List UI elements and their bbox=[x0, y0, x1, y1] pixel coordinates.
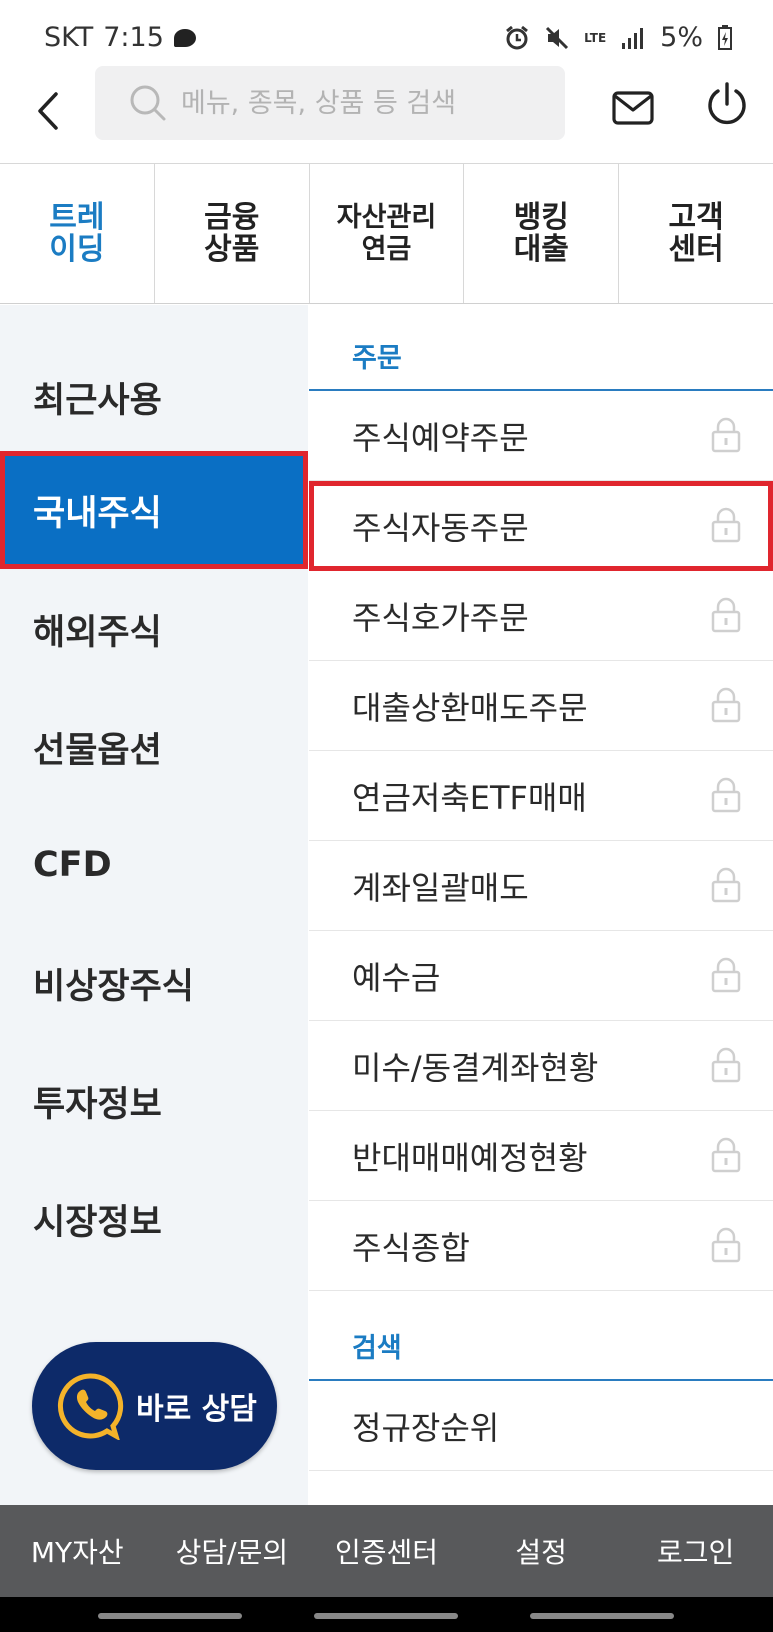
lock-icon bbox=[711, 957, 741, 993]
left-menu-futures-options[interactable]: 선물옵션 bbox=[0, 688, 308, 806]
menu-item-deposit[interactable]: 예수금 bbox=[309, 931, 773, 1021]
menu-item-unpaid-frozen-accounts[interactable]: 미수/동결계좌현황 bbox=[309, 1021, 773, 1111]
menu-item-label: 주식자동주문 bbox=[352, 509, 529, 547]
battery-level: 5% bbox=[660, 22, 703, 53]
menu-item-stock-overview[interactable]: 주식종합 bbox=[309, 1201, 773, 1291]
lock-icon bbox=[711, 507, 741, 543]
section-header-order: 주문 bbox=[309, 305, 773, 391]
menu-item-label: 미수/동결계좌현황 bbox=[352, 1048, 599, 1087]
tab-banking-loan[interactable]: 뱅킹 대출 bbox=[464, 164, 620, 303]
left-category-menu: 최근사용 국내주식 해외주식 선물옵션 CFD 비상장주식 투자정보 시장정보 … bbox=[0, 305, 308, 1505]
search-input[interactable] bbox=[181, 87, 541, 119]
system-nav-recent[interactable] bbox=[98, 1613, 242, 1619]
left-menu-market-info[interactable]: 시장정보 bbox=[0, 1160, 308, 1278]
alarm-icon bbox=[506, 25, 529, 49]
lock-icon bbox=[711, 777, 741, 813]
search-bar[interactable] bbox=[95, 66, 565, 140]
battery-charging-icon bbox=[718, 24, 732, 50]
power-icon[interactable] bbox=[703, 80, 751, 128]
menu-item-loan-repay-sell-order[interactable]: 대출상환매도주문 bbox=[309, 661, 773, 751]
status-right: LTE 5% bbox=[504, 22, 733, 53]
section-header-search: 검색 bbox=[309, 1291, 773, 1381]
network-type: LTE bbox=[584, 30, 607, 45]
submenu-list: 주문 주식예약주문 주식자동주문 주식호가주문 대출상환매도주문 연금저축ETF… bbox=[309, 305, 773, 1471]
lock-icon bbox=[711, 597, 741, 633]
menu-item-stock-auto-order[interactable]: 주식자동주문 bbox=[309, 481, 773, 571]
menu-item-label: 예수금 bbox=[352, 958, 441, 997]
phone-chat-icon bbox=[57, 1373, 124, 1440]
menu-item-label: 정규장순위 bbox=[352, 1408, 500, 1447]
clock: 7:15 bbox=[103, 22, 164, 53]
menu-item-pension-etf-trade[interactable]: 연금저축ETF매매 bbox=[309, 751, 773, 841]
top-header bbox=[0, 66, 773, 162]
menu-item-label: 계좌일괄매도 bbox=[352, 868, 529, 907]
tab-trading[interactable]: 트레 이딩 bbox=[0, 164, 155, 303]
menu-item-label: 주식예약주문 bbox=[352, 418, 529, 457]
tab-customer-center[interactable]: 고객 센터 bbox=[619, 164, 773, 303]
back-arrow-icon[interactable] bbox=[26, 86, 76, 136]
menu-item-label: 연금저축ETF매매 bbox=[352, 778, 587, 817]
mail-icon[interactable] bbox=[610, 84, 656, 130]
left-menu-recent[interactable]: 최근사용 bbox=[0, 338, 308, 456]
consult-label: 바로 상담 bbox=[136, 1392, 257, 1427]
left-menu-overseas-stock[interactable]: 해외주식 bbox=[0, 570, 308, 688]
lock-icon bbox=[711, 1047, 741, 1083]
nav-settings[interactable]: 설정 bbox=[464, 1531, 619, 1571]
menu-item-forced-liquidation-schedule[interactable]: 반대매매예정현황 bbox=[309, 1111, 773, 1201]
nav-certification-center[interactable]: 인증센터 bbox=[309, 1531, 464, 1571]
menu-item-account-bulk-sell[interactable]: 계좌일괄매도 bbox=[309, 841, 773, 931]
lock-icon bbox=[711, 417, 741, 453]
lock-icon bbox=[711, 1227, 741, 1263]
left-menu-unlisted-stock[interactable]: 비상장주식 bbox=[0, 924, 308, 1042]
nav-my-assets[interactable]: MY자산 bbox=[0, 1531, 155, 1571]
carrier-label: SKT bbox=[44, 22, 94, 53]
direct-consult-button[interactable]: 바로 상담 bbox=[32, 1342, 277, 1470]
tab-asset-management-pension[interactable]: 자산관리 연금 bbox=[310, 164, 465, 303]
signal-icon bbox=[622, 27, 644, 49]
nav-login[interactable]: 로그인 bbox=[618, 1531, 773, 1571]
tab-financial-products[interactable]: 금융 상품 bbox=[155, 164, 310, 303]
system-navigation-bar bbox=[0, 1597, 773, 1632]
left-menu-cfd[interactable]: CFD bbox=[0, 806, 308, 924]
system-nav-home[interactable] bbox=[314, 1613, 458, 1619]
menu-item-stock-reserve-order[interactable]: 주식예약주문 bbox=[309, 391, 773, 481]
category-tabs: 트레 이딩 금융 상품 자산관리 연금 뱅킹 대출 고객 센터 bbox=[0, 163, 773, 304]
lock-icon bbox=[711, 687, 741, 723]
lock-icon bbox=[711, 867, 741, 903]
lock-icon bbox=[711, 1137, 741, 1173]
left-menu-domestic-stock[interactable]: 국내주식 bbox=[0, 451, 308, 569]
status-left: SKT 7:15 bbox=[44, 22, 196, 53]
menu-item-label: 주식종합 bbox=[352, 1228, 470, 1267]
menu-item-label: 반대매매예정현황 bbox=[352, 1138, 588, 1177]
nav-consult-inquiry[interactable]: 상담/문의 bbox=[155, 1531, 310, 1571]
menu-item-regular-market-ranking[interactable]: 정규장순위 bbox=[309, 1381, 773, 1471]
bottom-navigation: MY자산 상담/문의 인증센터 설정 로그인 bbox=[0, 1505, 773, 1597]
menu-item-label: 대출상환매도주문 bbox=[352, 688, 588, 727]
menu-item-stock-quote-order[interactable]: 주식호가주문 bbox=[309, 571, 773, 661]
search-icon bbox=[130, 85, 166, 121]
system-nav-back[interactable] bbox=[530, 1613, 674, 1619]
menu-item-label: 주식호가주문 bbox=[352, 598, 529, 637]
left-menu-investment-info[interactable]: 투자정보 bbox=[0, 1042, 308, 1160]
messenger-notification-icon bbox=[173, 28, 196, 47]
mute-icon bbox=[546, 26, 569, 49]
